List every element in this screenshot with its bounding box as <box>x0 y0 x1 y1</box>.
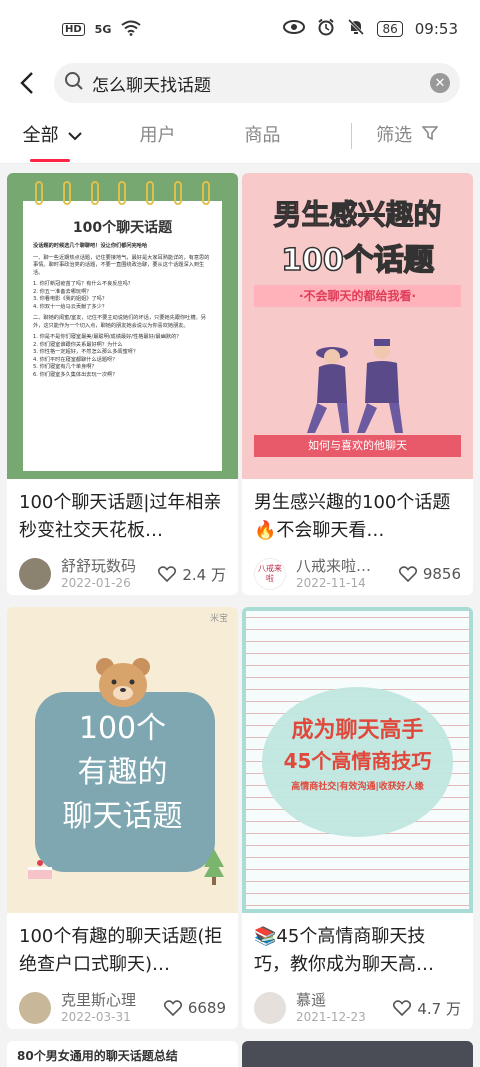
note-title: 男生感兴趣的100个话题🔥不会聊天看… <box>254 492 451 541</box>
signal-icon: 5G <box>94 22 112 36</box>
heart-icon <box>393 1000 412 1016</box>
note-cover-image: 100个聊天话题 没话题的时候选几个聊聊吧！没让你们都问完哈哈 一、聊一些近期热… <box>7 173 238 479</box>
author-name[interactable]: 舒舒玩数码 <box>61 557 158 575</box>
author-name[interactable]: 八戒来啦… <box>296 557 399 575</box>
like-button[interactable]: 2.4 万 <box>158 564 226 585</box>
cover-heading: 成为聊天高手 <box>291 718 424 743</box>
note-card[interactable]: 100个聊天话题 没话题的时候选几个聊聊吧！没让你们都问完哈哈 一、聊一些近期热… <box>7 173 238 595</box>
note-date: 2022-11-14 <box>296 576 366 590</box>
mute-icon <box>347 18 365 40</box>
like-count: 9856 <box>422 565 461 583</box>
results-feed: 100个聊天话题 没话题的时候选几个聊聊吧！没让你们都问完哈哈 一、聊一些近期热… <box>0 166 480 1067</box>
cover-heading: 45个高情商技巧 <box>283 749 432 773</box>
like-count: 4.7 万 <box>417 999 461 1018</box>
like-button[interactable]: 6689 <box>163 999 226 1017</box>
note-card[interactable]: 米宝 100个 有趣的 聊天话题 100个有趣的聊天话题(拒绝查户口式聊天)… … <box>7 607 238 1029</box>
author-avatar[interactable] <box>254 992 286 1024</box>
couple-illustration <box>307 339 403 433</box>
search-icon <box>64 71 84 95</box>
note-cover-image: 米宝 100个 有趣的 聊天话题 <box>7 607 238 913</box>
author-name[interactable]: 慕遥 <box>296 991 393 1009</box>
note-date: 2021-12-23 <box>296 1010 366 1024</box>
note-cover-image: 成为聊天高手 45个高情商技巧 高情商社交|有效沟通|收获好人缘 <box>242 607 473 913</box>
note-card[interactable] <box>242 1041 473 1067</box>
cover-corner-text: 米宝 <box>209 614 228 624</box>
chevron-down-icon <box>68 131 83 140</box>
cover-heading: 100个 有趣的 聊天话题 <box>62 711 183 834</box>
tab-users[interactable]: 用户 <box>105 108 210 164</box>
like-button[interactable]: 9856 <box>398 565 461 583</box>
chevron-left-icon <box>20 72 33 94</box>
battery-indicator: 86 <box>377 21 403 37</box>
note-cover-image: 男生感兴趣的 100个话题 ·不会聊天的都给我看· 如何与喜欢的他聊天 <box>242 173 473 479</box>
author-avatar[interactable] <box>19 558 51 590</box>
search-bar: ✕ <box>0 58 480 108</box>
wifi-icon <box>121 20 141 39</box>
filter-icon <box>421 125 439 140</box>
note-card[interactable]: 80个男女通用的聊天话题总结 <box>7 1041 238 1067</box>
plant-illustration <box>204 849 224 885</box>
note-title: 80个男女通用的聊天话题总结 <box>17 1049 178 1063</box>
clear-search-button[interactable]: ✕ <box>430 73 450 93</box>
cover-heading: 男生感兴趣的 <box>273 198 442 232</box>
like-count: 2.4 万 <box>182 565 226 584</box>
cover-subtitle: ·不会聊天的都给我看· <box>254 285 461 307</box>
note-date: 2022-03-31 <box>61 1010 131 1024</box>
tab-filter[interactable]: 筛选 <box>352 108 462 164</box>
hd-indicator: HD <box>62 22 85 36</box>
heart-icon <box>158 566 177 582</box>
cover-heading: 100个话题 <box>280 242 434 279</box>
note-card[interactable]: 成为聊天高手 45个高情商技巧 高情商社交|有效沟通|收获好人缘 📚45个高情商… <box>242 607 473 1029</box>
note-title: 📚45个高情商聊天技巧，教你成为聊天高… <box>254 926 434 975</box>
note-card[interactable]: 男生感兴趣的 100个话题 ·不会聊天的都给我看· 如何与喜欢的他聊天 男生感兴… <box>242 173 473 595</box>
heart-icon <box>163 1000 182 1016</box>
author-name[interactable]: 克里斯心理 <box>61 991 164 1009</box>
search-input[interactable] <box>84 73 430 93</box>
like-button[interactable]: 4.7 万 <box>393 998 461 1019</box>
search-field[interactable]: ✕ <box>54 63 460 103</box>
tab-all[interactable]: 全部 <box>0 108 105 164</box>
heart-icon <box>398 566 417 582</box>
cover-heading: 100个聊天话题 <box>72 220 173 236</box>
cover-caption: 如何与喜欢的他聊天 <box>254 435 461 457</box>
note-title: 100个聊天话题|过年相亲秒变社交天花板… <box>19 492 222 541</box>
eye-comfort-icon <box>283 20 306 38</box>
cover-subtitle: 高情商社交|有效沟通|收获好人缘 <box>291 782 424 792</box>
status-time: 09:53 <box>414 20 458 38</box>
alarm-icon <box>317 18 335 40</box>
cover-text: 没话题的时候选几个聊聊吧！没让你们都问完哈哈 一、聊一些近期热点话题，记住要接地… <box>33 243 210 378</box>
like-count: 6689 <box>187 999 226 1017</box>
cake-illustration <box>28 860 52 879</box>
status-bar: HD 5G 86 09:53 <box>0 0 480 58</box>
tab-products[interactable]: 商品 <box>210 108 315 164</box>
bear-illustration <box>96 658 150 707</box>
back-button[interactable] <box>0 58 54 108</box>
author-avatar[interactable] <box>19 992 51 1024</box>
search-tabs: 全部 用户 商品 筛选 <box>0 108 480 164</box>
author-avatar[interactable]: 八戒来啦 <box>254 558 286 590</box>
note-title: 100个有趣的聊天话题(拒绝查户口式聊天)… <box>19 926 223 975</box>
note-date: 2022-01-26 <box>61 576 131 590</box>
